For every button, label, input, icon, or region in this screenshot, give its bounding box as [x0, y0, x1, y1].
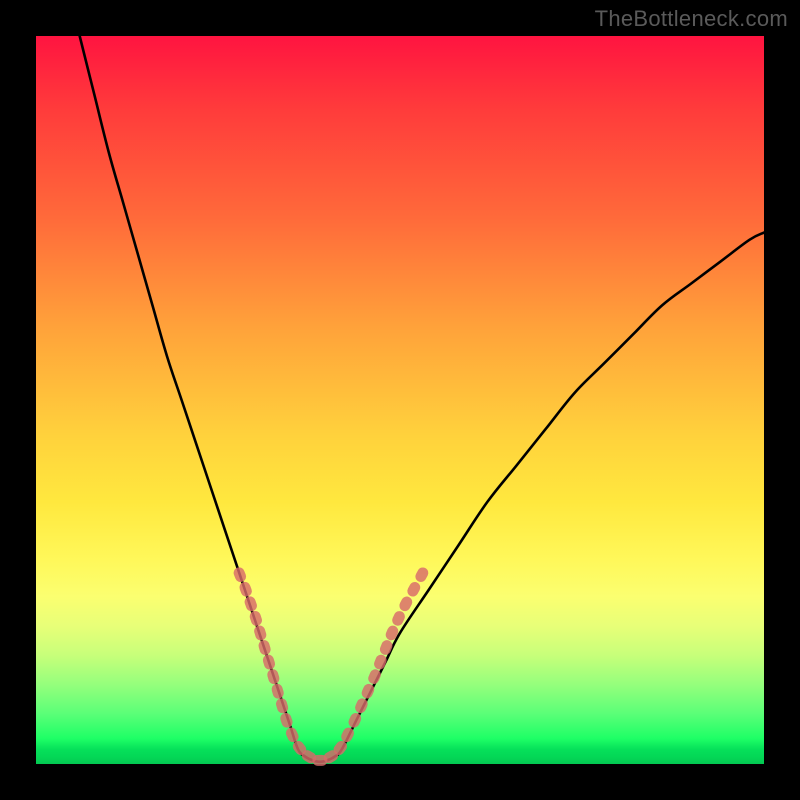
marker-dot: [257, 639, 272, 657]
marker-dot: [378, 639, 394, 657]
watermark-text: TheBottleneck.com: [595, 6, 788, 32]
plot-area: [36, 36, 764, 764]
marker-dot: [262, 653, 277, 671]
marker-dot: [372, 653, 388, 671]
marker-dot: [266, 668, 281, 686]
chart-frame: TheBottleneck.com: [0, 0, 800, 800]
marker-dots: [232, 565, 430, 765]
marker-dot: [413, 565, 430, 583]
marker-dot: [405, 580, 422, 598]
marker-dot: [253, 624, 268, 642]
curve-layer: [36, 36, 764, 764]
bottleneck-curve: [80, 36, 764, 762]
marker-dot: [232, 566, 248, 584]
marker-dot: [270, 682, 285, 700]
marker-dot: [275, 697, 290, 715]
marker-dot: [243, 595, 258, 613]
marker-dot: [238, 580, 254, 598]
marker-dot: [248, 610, 263, 628]
marker-dot: [397, 595, 414, 613]
curve-path: [80, 36, 764, 762]
